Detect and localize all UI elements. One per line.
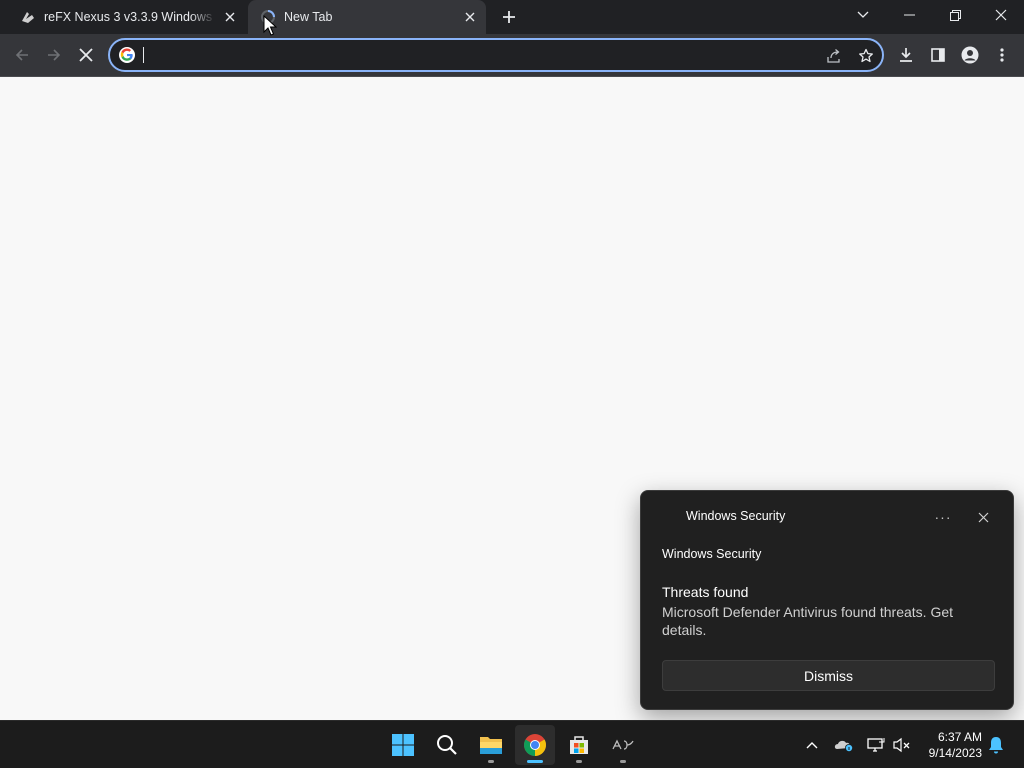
running-indicator	[488, 760, 494, 763]
volume-muted-icon	[893, 737, 910, 753]
notification-close-button[interactable]	[973, 507, 993, 527]
notification-app-name: Windows Security	[686, 509, 786, 523]
forward-button[interactable]	[42, 43, 66, 67]
close-icon	[995, 9, 1007, 21]
mouse-cursor-icon	[263, 14, 278, 37]
clock-time: 6:37 AM	[937, 730, 982, 744]
network-icon	[867, 738, 885, 752]
taskbar-clock[interactable]: 6:37 AM 9/14/2023	[920, 729, 982, 761]
active-indicator	[527, 760, 543, 763]
tab-title: New Tab	[284, 10, 333, 24]
side-panel-button[interactable]	[926, 43, 950, 67]
downloads-button[interactable]	[894, 43, 918, 67]
browser-toolbar	[0, 34, 1024, 77]
profile-avatar-icon	[961, 46, 979, 64]
taskbar: 6:37 AM 9/14/2023	[0, 720, 1024, 768]
minimize-button[interactable]	[886, 0, 932, 30]
file-explorer-icon	[480, 737, 502, 754]
minimize-icon	[903, 14, 915, 16]
bookmark-star-icon[interactable]	[857, 47, 875, 65]
close-icon[interactable]	[462, 9, 478, 25]
microsoft-store-button[interactable]	[559, 725, 599, 765]
running-indicator	[576, 760, 582, 763]
start-icon	[392, 734, 414, 756]
search-icon	[437, 735, 457, 755]
restore-button[interactable]	[932, 0, 978, 30]
tab-new-tab[interactable]: New Tab	[248, 0, 486, 34]
share-icon[interactable]	[825, 47, 843, 65]
menu-button[interactable]	[990, 43, 1014, 67]
text-caret	[143, 47, 144, 63]
profile-button[interactable]	[958, 43, 982, 67]
google-icon	[119, 47, 135, 63]
chevron-up-icon	[806, 742, 818, 749]
download-icon	[900, 48, 912, 62]
new-tab-button[interactable]	[498, 6, 520, 28]
tab-refx-nexus[interactable]: reFX Nexus 3 v3.3.9 Windows 64 bit	[8, 0, 246, 34]
dismiss-button[interactable]: Dismiss	[662, 660, 995, 691]
more-options-button[interactable]: ···	[933, 507, 953, 527]
close-icon	[79, 48, 93, 62]
notification-title: Threats found	[662, 584, 749, 600]
tab-search-button[interactable]	[840, 0, 886, 30]
chevron-down-icon	[857, 11, 869, 18]
notification-source: Windows Security	[662, 547, 762, 561]
running-indicator	[620, 760, 626, 763]
network-tray-button[interactable]	[866, 735, 886, 755]
taskbar-search-button[interactable]	[427, 725, 467, 765]
close-window-button[interactable]	[978, 0, 1024, 30]
clock-date: 9/14/2023	[928, 746, 982, 760]
kebab-menu-icon	[1000, 48, 1004, 62]
file-explorer-button[interactable]	[471, 725, 511, 765]
restore-icon	[949, 9, 961, 21]
tab-title: reFX Nexus 3 v3.3.9 Windows 64 bit	[44, 10, 216, 24]
close-icon[interactable]	[222, 9, 238, 25]
app-taskbar-button[interactable]	[603, 725, 643, 765]
onedrive-tray-button[interactable]	[834, 735, 854, 755]
chrome-taskbar-button[interactable]	[515, 725, 555, 765]
side-panel-icon	[931, 48, 945, 62]
omnibox[interactable]	[108, 38, 884, 72]
close-icon	[978, 512, 988, 522]
notifications-button[interactable]	[986, 735, 1006, 755]
stop-loading-button[interactable]	[74, 43, 98, 67]
bell-icon	[989, 737, 1003, 754]
chrome-icon	[524, 734, 546, 756]
app-icon	[612, 739, 634, 750]
address-input[interactable]	[142, 45, 802, 65]
microsoft-store-icon	[570, 736, 588, 754]
refx-logo-icon	[20, 9, 36, 25]
show-hidden-icons-button[interactable]	[802, 735, 822, 755]
back-button[interactable]	[10, 43, 34, 67]
volume-tray-button[interactable]	[892, 735, 912, 755]
windows-security-notification[interactable]: Windows Security ··· Windows Security Th…	[640, 490, 1014, 710]
start-button[interactable]	[383, 725, 423, 765]
notification-body: Microsoft Defender Antivirus found threa…	[662, 604, 954, 638]
arrow-left-icon	[15, 49, 28, 61]
onedrive-info-icon	[834, 740, 853, 752]
arrow-right-icon	[48, 49, 61, 61]
tab-strip: reFX Nexus 3 v3.3.9 Windows 64 bit New T…	[0, 0, 1024, 34]
